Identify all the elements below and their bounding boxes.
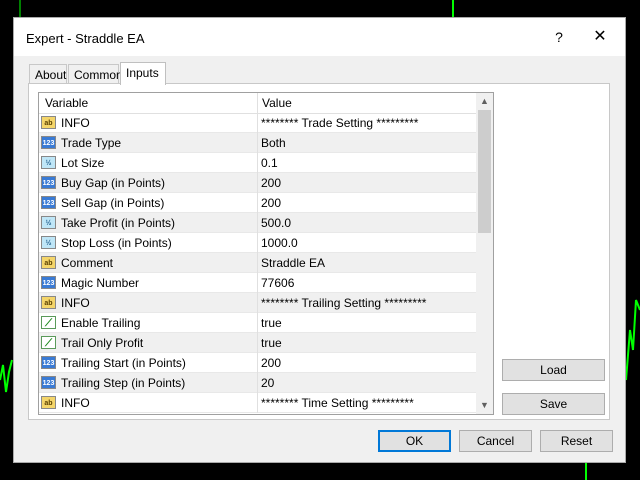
- integer-type-icon: 123: [41, 276, 56, 289]
- variable-value[interactable]: 200: [261, 176, 281, 190]
- variable-value[interactable]: 200: [261, 356, 281, 370]
- variable-name: Enable Trailing: [61, 316, 141, 330]
- variable-name: INFO: [61, 296, 90, 310]
- tab-about[interactable]: About: [29, 64, 67, 84]
- help-button[interactable]: ?: [549, 29, 569, 45]
- window-title: Expert - Straddle EA: [26, 31, 145, 46]
- variable-name: Take Profit (in Points): [61, 216, 176, 230]
- string-type-icon: ab: [41, 256, 56, 269]
- variable-value[interactable]: 77606: [261, 276, 294, 290]
- load-button[interactable]: Load: [502, 359, 605, 381]
- input-row[interactable]: 123 Buy Gap (in Points) 200: [39, 173, 476, 193]
- variable-name: Lot Size: [61, 156, 105, 170]
- string-type-icon: ab: [41, 396, 56, 409]
- cancel-button[interactable]: Cancel: [459, 430, 532, 452]
- string-type-icon: ab: [41, 116, 56, 129]
- integer-type-icon: 123: [41, 136, 56, 149]
- variable-value[interactable]: 0.1: [261, 156, 278, 170]
- integer-type-icon: 123: [41, 356, 56, 369]
- scroll-down-arrow-icon[interactable]: ▼: [476, 397, 493, 414]
- double-type-icon: ½: [41, 236, 56, 249]
- input-row[interactable]: ½ Stop Loss (in Points) 1000.0: [39, 233, 476, 253]
- variable-name: Comment: [61, 256, 114, 270]
- variable-value[interactable]: 200: [261, 196, 281, 210]
- scroll-up-arrow-icon[interactable]: ▲: [476, 93, 493, 110]
- input-row[interactable]: 123 Magic Number 77606: [39, 273, 476, 293]
- variable-value[interactable]: true: [261, 316, 282, 330]
- double-type-icon: ½: [41, 216, 56, 229]
- save-button[interactable]: Save: [502, 393, 605, 415]
- integer-type-icon: 123: [41, 176, 56, 189]
- double-type-icon: ½: [41, 156, 56, 169]
- integer-type-icon: 123: [41, 196, 56, 209]
- grid-rows: ab INFO ******** Trade Setting ********* 12…: [39, 113, 476, 413]
- variable-name: Sell Gap (in Points): [61, 196, 165, 210]
- ok-button[interactable]: OK: [378, 430, 451, 452]
- variable-value[interactable]: Straddle EA: [261, 256, 325, 270]
- title-bar[interactable]: Expert - Straddle EA ? ✕: [14, 18, 625, 56]
- input-row[interactable]: ½ Take Profit (in Points) 500.0: [39, 213, 476, 233]
- variable-value[interactable]: ******** Trailing Setting *********: [261, 296, 426, 310]
- tab-common[interactable]: Common: [68, 64, 123, 84]
- scroll-thumb[interactable]: [478, 110, 491, 233]
- grid-scrollbar[interactable]: ▲ ▼: [476, 93, 493, 414]
- tab-inputs[interactable]: Inputs: [120, 62, 166, 85]
- variable-value[interactable]: ******** Trade Setting *********: [261, 116, 418, 130]
- input-row[interactable]: ab INFO ******** Trailing Setting ********…: [39, 293, 476, 313]
- string-type-icon: ab: [41, 296, 56, 309]
- column-header-variable[interactable]: Variable: [45, 96, 88, 110]
- input-row[interactable]: ⟋ Trail Only Profit true: [39, 333, 476, 353]
- bool-type-icon: ⟋: [41, 316, 56, 329]
- input-row[interactable]: ½ Lot Size 0.1: [39, 153, 476, 173]
- variable-name: Trail Only Profit: [61, 336, 144, 350]
- input-row[interactable]: ab INFO ******** Trade Setting *********: [39, 113, 476, 133]
- close-button[interactable]: ✕: [587, 26, 613, 48]
- input-row[interactable]: 123 Trailing Start (in Points) 200: [39, 353, 476, 373]
- expert-dialog: Expert - Straddle EA ? ✕ About Common In…: [13, 17, 626, 463]
- grid-header: Variable Value: [39, 93, 476, 114]
- variable-name: Magic Number: [61, 276, 140, 290]
- variable-name: Trade Type: [61, 136, 122, 150]
- variable-value[interactable]: true: [261, 336, 282, 350]
- variable-name: INFO: [61, 396, 90, 410]
- input-row[interactable]: ab Comment Straddle EA: [39, 253, 476, 273]
- variable-value[interactable]: 1000.0: [261, 236, 298, 250]
- variable-name: INFO: [61, 116, 90, 130]
- input-row[interactable]: ⟋ Enable Trailing true: [39, 313, 476, 333]
- bool-type-icon: ⟋: [41, 336, 56, 349]
- input-row[interactable]: ab INFO ******** Time Setting *********: [39, 393, 476, 413]
- input-row[interactable]: 123 Trade Type Both: [39, 133, 476, 153]
- variable-value[interactable]: 500.0: [261, 216, 291, 230]
- variable-value[interactable]: ******** Time Setting *********: [261, 396, 414, 410]
- variable-name: Buy Gap (in Points): [61, 176, 166, 190]
- inputs-grid: Variable Value ab INFO ******** Trade Sett…: [38, 92, 494, 415]
- column-header-value[interactable]: Value: [262, 96, 292, 110]
- input-row[interactable]: 123 Trailing Step (in Points) 20: [39, 373, 476, 393]
- integer-type-icon: 123: [41, 376, 56, 389]
- variable-value[interactable]: 20: [261, 376, 274, 390]
- variable-name: Trailing Start (in Points): [61, 356, 186, 370]
- input-row[interactable]: 123 Sell Gap (in Points) 200: [39, 193, 476, 213]
- variable-name: Trailing Step (in Points): [61, 376, 186, 390]
- variable-value[interactable]: Both: [261, 136, 286, 150]
- variable-name: Stop Loss (in Points): [61, 236, 172, 250]
- reset-button[interactable]: Reset: [540, 430, 613, 452]
